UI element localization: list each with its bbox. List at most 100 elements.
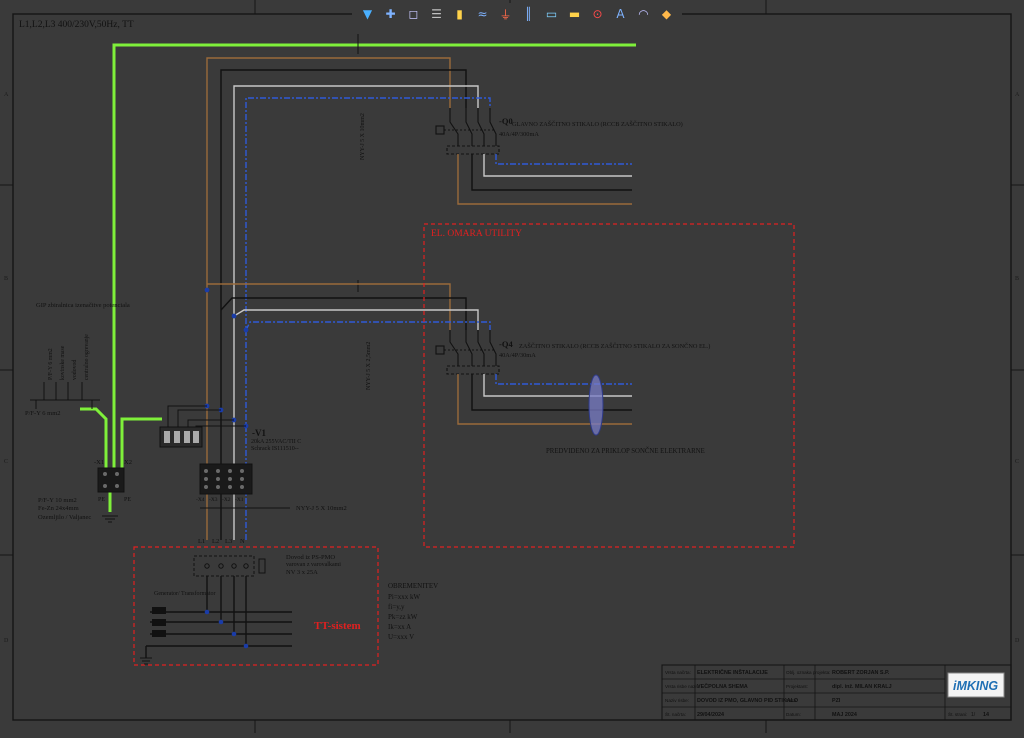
tb-label-4a: Št. načrta: bbox=[665, 711, 686, 717]
pe-label-2: PE bbox=[124, 497, 131, 503]
v1-id: -V1 bbox=[252, 428, 266, 438]
layers-icon[interactable]: ☰ bbox=[427, 5, 446, 23]
filter-icon[interactable]: ▼ bbox=[358, 5, 377, 23]
cable-bottom-label: NYY-J 5 X 10mm2 bbox=[296, 505, 347, 512]
tb-sheet-label: Št. strani: bbox=[948, 711, 967, 717]
tb-drawing-type: VEČPOLNA SHEMA bbox=[697, 683, 748, 690]
text-icon[interactable]: A bbox=[611, 5, 630, 23]
gip-water-label: vodovod bbox=[72, 360, 78, 380]
supply-box-line2: varovan z varovalkami bbox=[286, 562, 341, 568]
phase-l2: L2 bbox=[212, 538, 219, 545]
cable-utility-label: NYY-J 5 X 2,5mm2 bbox=[366, 342, 372, 390]
q0-switch[interactable] bbox=[435, 108, 500, 155]
gip-pe-conductor: P/F-Y 6 mm2 bbox=[25, 410, 61, 417]
schematic-diagram: A B C D A B C D L1,L2,L3 400/230V,50Hz, … bbox=[0, 0, 1024, 733]
load-fi: fi=y,y bbox=[388, 603, 405, 611]
tb-sheet-value: 1/ bbox=[971, 712, 976, 718]
tt-supply-box bbox=[133, 546, 379, 666]
warning-icon[interactable]: ⊙ bbox=[588, 5, 607, 23]
earthing-conductor: P/F-Y 10 mm2 bbox=[38, 497, 77, 504]
wire-icon[interactable]: ≈ bbox=[473, 5, 492, 23]
pe-terminal-block[interactable] bbox=[97, 467, 125, 493]
schematic-canvas[interactable]: A B C D A B C D L1,L2,L3 400/230V,50Hz, … bbox=[0, 0, 1024, 733]
tb-designer: dipl. inž. MILAN KRALJ bbox=[832, 684, 892, 690]
tb-label-3b: Faza: bbox=[786, 698, 798, 703]
load-u: U=xxx V bbox=[388, 633, 414, 641]
company-logo-text: iMKING bbox=[953, 679, 998, 693]
v1-part-number: Schrack IS111510-- bbox=[251, 446, 299, 452]
title-block: Vrsta načrta: ELEKTRIČNE INŠTALACIJE Obl… bbox=[661, 664, 1012, 721]
row-marker-d-left: D bbox=[4, 638, 9, 644]
arc-icon[interactable]: ◠ bbox=[634, 5, 653, 23]
select-box-icon[interactable]: ◻ bbox=[404, 5, 423, 23]
x1-label: -X1 bbox=[94, 459, 104, 466]
tb-project-code: ROBERT ZORJAN S.P. bbox=[832, 670, 890, 676]
load-ik: Ik=xx A bbox=[388, 623, 411, 631]
phase-l1: L1 bbox=[198, 538, 205, 545]
feeder-to-q4 bbox=[207, 283, 491, 331]
earthing-electrode: Ozemljilo / Valjanec bbox=[38, 514, 91, 521]
gip-title: GIP zbiralnica izenačitve potenciala bbox=[36, 302, 130, 309]
tb-label-1a: Vrsta načrta: bbox=[665, 670, 691, 675]
row-marker-b-right: B bbox=[1015, 276, 1019, 282]
load-pk: Pk=zz kW bbox=[388, 613, 418, 621]
supply-box-line1: Dovod iz PS-PMO bbox=[286, 554, 335, 561]
utility-cabinet-title: EL. OMARA UTILITY bbox=[431, 229, 522, 239]
terminal-x2-label: -X2 bbox=[222, 497, 231, 503]
row-marker-c-right: C bbox=[1015, 459, 1019, 465]
tb-label-4b: Datum: bbox=[786, 712, 801, 717]
row-marker-b-left: B bbox=[4, 276, 8, 282]
tb-phase: PZI bbox=[832, 698, 841, 704]
generator-label: Generator/ Transformator bbox=[154, 590, 216, 597]
gip-busbar bbox=[30, 382, 100, 409]
utility-cabinet-box bbox=[423, 223, 795, 548]
earth-symbol bbox=[102, 515, 118, 523]
q4-id: -Q4 bbox=[499, 339, 513, 349]
tb-label-1b: Oblj. oznaka projekta: bbox=[786, 670, 830, 675]
supply-header: L1,L2,L3 400/230V,50Hz, TT bbox=[19, 20, 134, 30]
terminal-x4-label: -X4 bbox=[196, 497, 205, 503]
q4-switch[interactable] bbox=[435, 330, 500, 375]
measure-icon[interactable]: ◆ bbox=[657, 5, 676, 23]
pe-label-1: PE bbox=[98, 497, 105, 503]
tb-plan-type: ELEKTRIČNE INŠTALACIJE bbox=[697, 668, 768, 676]
supply-box-line3: NV 3 x 25A bbox=[286, 569, 318, 576]
label-icon[interactable]: ▬ bbox=[565, 5, 584, 23]
earthing-strip: Fe-Zn 24x4mm bbox=[38, 505, 79, 512]
crosshair-icon[interactable]: ✚ bbox=[381, 5, 400, 23]
tb-date: MAJ 2024 bbox=[832, 712, 857, 718]
x2-label: X2 bbox=[124, 459, 132, 466]
phase-l3: L3 bbox=[225, 538, 232, 545]
load-pi: Pi=xxx kW bbox=[388, 593, 421, 601]
supply-junctions bbox=[204, 609, 249, 649]
row-marker-a-left: A bbox=[4, 92, 9, 98]
terminal-icon[interactable]: ▭ bbox=[542, 5, 561, 23]
tb-sheet-total: 14 bbox=[983, 712, 989, 718]
pmo-fuses bbox=[204, 558, 266, 574]
q0-outputs bbox=[457, 154, 632, 205]
terminal-x3-label: -X3 bbox=[209, 497, 218, 503]
solar-provision-note: PREDVIDENO ZA PRIKLOP SONČNE ELEKTRARNE bbox=[546, 447, 705, 455]
q4-outputs bbox=[457, 374, 632, 425]
q0-description: GLAVNO ZAŠČITNO STIKALO (RCCB ZAŠČITNO S… bbox=[512, 120, 683, 128]
cable-main-label: NYY-J 5 X 10mm2 bbox=[360, 113, 366, 160]
q4-rating: 40A/4P/30mA bbox=[499, 352, 536, 359]
gip-heating-label: centralno ogrevanje bbox=[84, 334, 90, 380]
ground-icon[interactable]: ⏚ bbox=[496, 5, 515, 23]
junction-dots bbox=[204, 287, 249, 429]
phase-n: N bbox=[240, 538, 245, 545]
row-marker-c-left: C bbox=[4, 459, 8, 465]
v1-spec: 20kA 255VAC/TII C bbox=[251, 439, 301, 445]
tb-plan-number: 29/04/2024 bbox=[697, 712, 724, 718]
bus-icon[interactable]: ║ bbox=[519, 5, 538, 23]
tb-label-3a: Naziv risbe: bbox=[665, 698, 689, 703]
gip-metal-mass-label: kovinske mase bbox=[60, 345, 66, 380]
q0-rating: 40A/4P/300mA bbox=[499, 131, 539, 138]
cable-bundle-marker bbox=[588, 374, 604, 436]
tt-system-label: TT-sistem bbox=[314, 620, 361, 632]
drawing-toolbar: ▼ ✚ ◻ ☰ ▮ ≈ ⏚ ║ ▭ ▬ ⊙ A ◠ ◆ bbox=[352, 3, 682, 25]
terminal-x1-label: -X1 bbox=[235, 497, 244, 503]
row-marker-a-right: A bbox=[1015, 92, 1020, 98]
component-icon[interactable]: ▮ bbox=[450, 5, 469, 23]
q4-description: ZAŠČITNO STIKALO (RCCB ZAŠČITNO STIKALO … bbox=[519, 342, 710, 350]
